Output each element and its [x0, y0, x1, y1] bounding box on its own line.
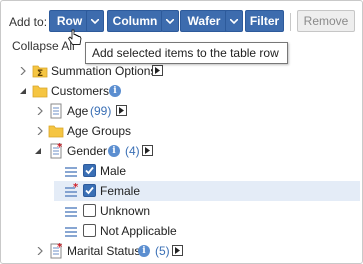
folder-icon — [48, 125, 64, 138]
toolbar-divider — [290, 13, 291, 31]
female-checkbox[interactable] — [83, 184, 96, 197]
tree-label: Not Applicable — [100, 224, 177, 238]
tree-item-age-groups[interactable]: Age Groups — [1, 121, 362, 141]
expand-icon[interactable] — [36, 247, 44, 255]
dimension-icon — [50, 103, 62, 119]
add-arrow-icon[interactable] — [172, 245, 183, 256]
summation-folder-icon: Σ — [32, 65, 48, 79]
unknown-checkbox[interactable] — [83, 204, 96, 217]
chevron-down-icon — [90, 18, 100, 25]
tree-label: Unknown — [100, 204, 151, 218]
expand-icon[interactable] — [36, 107, 44, 115]
not-applicable-checkbox[interactable] — [83, 224, 96, 237]
hand-cursor-icon — [68, 29, 82, 45]
panel-frame: Add to: Row Column Wafer Filter Remove C… — [0, 0, 363, 264]
info-icon[interactable]: i — [138, 245, 150, 257]
tree-item-age[interactable]: Age (99) — [1, 101, 362, 121]
member-icon — [65, 227, 77, 237]
chevron-down-icon — [229, 18, 239, 25]
checkmark-icon — [85, 166, 94, 175]
folder-icon — [32, 85, 48, 98]
tree-item-customers[interactable]: Customers i — [1, 81, 362, 101]
member-icon — [65, 207, 77, 217]
tree-label: Female — [100, 184, 141, 198]
expand-icon[interactable] — [36, 127, 44, 135]
item-count: (5) — [155, 244, 170, 258]
tree-item-male[interactable]: Male — [1, 161, 362, 181]
filtered-dimension-icon: * — [50, 243, 63, 259]
column-dropdown-button[interactable] — [161, 10, 179, 32]
tree-label: Customers — [51, 84, 110, 98]
item-count: (99) — [90, 104, 112, 118]
svg-text:*: * — [57, 143, 63, 153]
wafer-button[interactable]: Wafer — [180, 10, 228, 32]
tree-item-unknown[interactable]: Unknown — [1, 201, 362, 221]
add-arrow-icon[interactable] — [152, 65, 163, 76]
tree-item-female[interactable]: * Female — [54, 181, 360, 201]
tree-label: Age — [67, 104, 89, 118]
item-count: (4) — [125, 144, 140, 158]
wafer-dropdown-button[interactable] — [225, 10, 243, 32]
svg-text:*: * — [57, 243, 63, 253]
svg-text:Σ: Σ — [37, 69, 43, 79]
row-button-tooltip: Add selected items to the table row — [85, 42, 288, 64]
tree-item-gender[interactable]: * Gender i (4) — [1, 141, 362, 161]
tree-item-marital-status[interactable]: * Marital Status i (5) — [1, 241, 362, 261]
checkmark-icon — [85, 186, 94, 195]
tree-label: Male — [100, 164, 127, 178]
filtered-dimension-icon: * — [50, 143, 63, 159]
remove-button[interactable]: Remove — [297, 10, 355, 32]
toolbar: Add to: Row Column Wafer Filter Remove — [1, 9, 362, 35]
collapse-icon[interactable] — [19, 87, 27, 95]
tree-label: Marital Status — [67, 244, 141, 258]
collapse-all-link[interactable]: Collapse All — [12, 39, 75, 53]
column-button[interactable]: Column — [107, 10, 163, 32]
collapse-icon[interactable] — [34, 147, 42, 155]
filtered-member-icon: * — [65, 183, 79, 197]
row-dropdown-button[interactable] — [86, 10, 104, 32]
tree-label: Gender — [67, 144, 108, 158]
tree-item-summation-options[interactable]: Σ Summation Options — [1, 61, 362, 81]
add-arrow-icon[interactable] — [116, 105, 127, 116]
male-checkbox[interactable] — [83, 164, 96, 177]
add-to-label: Add to: — [9, 15, 48, 29]
svg-text:*: * — [73, 183, 79, 193]
info-icon[interactable]: i — [108, 145, 120, 157]
add-arrow-icon[interactable] — [142, 145, 153, 156]
info-icon[interactable]: i — [109, 85, 121, 97]
tree-label: Age Groups — [67, 124, 132, 138]
member-icon — [65, 167, 77, 177]
chevron-down-icon — [165, 18, 175, 25]
filter-button[interactable]: Filter — [245, 10, 284, 32]
tree-label: Summation Options — [51, 64, 157, 78]
expand-icon[interactable] — [19, 67, 27, 75]
tree-item-not-applicable[interactable]: Not Applicable — [1, 221, 362, 241]
